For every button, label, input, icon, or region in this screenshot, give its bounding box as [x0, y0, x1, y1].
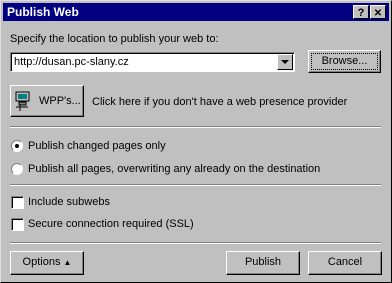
include-subwebs-label[interactable]: Include subwebs	[28, 196, 110, 208]
publish-button[interactable]: Publish	[226, 251, 300, 275]
location-combobox[interactable]: http://dusan.pc-slany.cz	[10, 52, 295, 72]
browse-button[interactable]: Browse...	[308, 50, 381, 73]
location-input[interactable]: http://dusan.pc-slany.cz	[14, 56, 129, 68]
close-icon: ✕	[373, 8, 383, 19]
radio-publish-all-label[interactable]: Publish all pages, overwriting any alrea…	[28, 163, 320, 175]
cancel-button[interactable]: Cancel	[308, 251, 382, 275]
wpp-button-label: WPP's...	[39, 95, 81, 107]
radio-publish-changed-label[interactable]: Publish changed pages only	[28, 140, 166, 152]
options-button[interactable]: Options ▲	[10, 251, 84, 275]
wpp-description: Click here if you don't have a web prese…	[92, 96, 348, 108]
radio-publish-all[interactable]	[11, 163, 23, 175]
separator	[10, 126, 381, 128]
chevron-down-icon[interactable]	[277, 54, 293, 70]
ssl-label[interactable]: Secure connection required (SSL)	[28, 218, 194, 230]
options-button-label: Options	[22, 256, 61, 268]
radio-publish-changed[interactable]	[11, 140, 23, 152]
dialog-title: Publish Web	[7, 5, 79, 19]
include-subwebs-checkbox[interactable]	[11, 196, 24, 209]
ssl-checkbox[interactable]	[11, 218, 24, 231]
separator	[10, 242, 381, 244]
separator	[10, 184, 381, 186]
globe-network-icon	[14, 90, 32, 112]
title-bar[interactable]: Publish Web ? ✕	[3, 3, 389, 21]
location-label: Specify the location to publish your web…	[10, 33, 219, 45]
close-button[interactable]: ✕	[370, 5, 386, 19]
wpp-button[interactable]: WPP's...	[10, 85, 84, 117]
publish-web-dialog: Publish Web ? ✕ Specify the location to …	[0, 0, 392, 283]
help-button[interactable]: ?	[353, 5, 369, 19]
chevron-up-icon: ▲	[63, 258, 72, 267]
